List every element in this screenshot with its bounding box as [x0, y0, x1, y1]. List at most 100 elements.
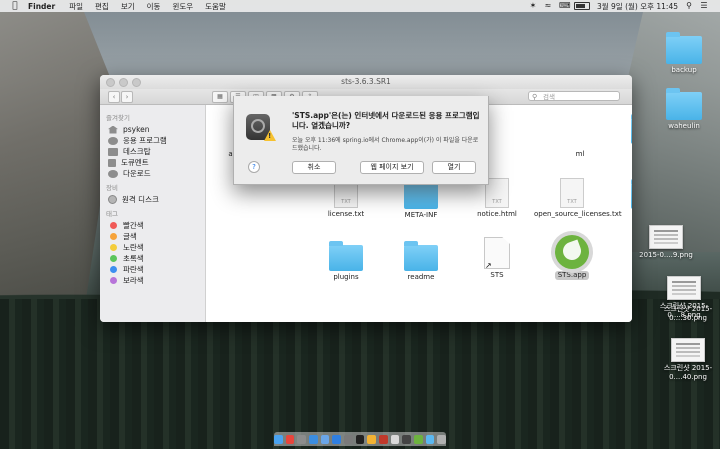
remote-disc-icon	[108, 195, 117, 204]
tag-dot-icon	[110, 233, 117, 240]
desktop-item-screenshot[interactable]: 2015-0....9.png	[634, 225, 698, 260]
sidebar-tag-purple[interactable]: 보라색	[100, 275, 205, 286]
sidebar-item-home[interactable]: psyken	[100, 124, 205, 135]
file-item[interactable]: features	[610, 114, 632, 155]
text-file-icon: TXT	[560, 178, 584, 208]
menu-help[interactable]: 도움말	[205, 1, 226, 12]
filezilla-icon[interactable]	[379, 434, 388, 444]
dialog-message: 오늘 오후 11:36에 spring.io에서 Chrome.app이(가) …	[292, 137, 479, 152]
file-item[interactable]: ml	[565, 150, 595, 159]
photos-icon[interactable]	[367, 434, 377, 444]
sidebar-item-label: 데스크탑	[123, 147, 151, 156]
tag-dot-icon	[110, 277, 117, 284]
desktop-item-screenshot[interactable]: 스크린샷 2015-0....30.png	[656, 305, 720, 323]
file-item[interactable]: p2	[610, 179, 632, 220]
menu-app-name[interactable]: Finder	[28, 2, 55, 11]
desktop-item-folder[interactable]: backup	[652, 32, 716, 75]
chrome-icon[interactable]	[285, 434, 295, 444]
folder-icon	[404, 179, 438, 209]
text-editor-icon[interactable]	[390, 434, 400, 444]
menu-go[interactable]: 이동	[147, 1, 161, 12]
finder-icon[interactable]	[273, 434, 283, 444]
menu-window[interactable]: 윈도우	[172, 1, 193, 12]
wifi-icon[interactable]: ≈	[544, 2, 552, 10]
desktop-item-folder[interactable]: waheulin	[652, 88, 716, 131]
cancel-button[interactable]: 취소	[292, 161, 336, 174]
menu-bar:  Finder 파일 편집 보기 이동 윈도우 도움말 ✶ ≈ ⌨ 3월 9일…	[0, 0, 720, 12]
search-placeholder: 검색	[543, 93, 555, 101]
sidebar-item-label: 도큐멘트	[121, 158, 149, 167]
desktop-item-label: 2015-0....9.png	[639, 251, 693, 259]
documents-icon	[108, 158, 116, 167]
battery-icon[interactable]	[573, 2, 590, 10]
sidebar-item-desktop[interactable]: 데스크탑	[100, 146, 205, 157]
app-store-icon[interactable]	[332, 434, 341, 444]
downloads-icon	[108, 169, 118, 178]
video-icon[interactable]	[402, 434, 412, 444]
menu-view[interactable]: 보기	[121, 1, 135, 12]
file-item[interactable]: plugins	[308, 241, 384, 282]
show-webpage-button[interactable]: 웹 페이지 보기	[360, 161, 424, 174]
file-item[interactable]: META-INF	[383, 179, 459, 220]
file-item-selected[interactable]: STS.app	[534, 235, 610, 280]
file-label: META-INF	[404, 211, 438, 219]
clock[interactable]: 3월 9일 (월) 오후 11:45	[597, 1, 678, 12]
tag-label: 글색	[123, 232, 137, 241]
sidebar-item-remote-disc[interactable]: 원격 디스크	[100, 194, 205, 205]
sidebar-tag-yellow[interactable]: 노란색	[100, 242, 205, 253]
safari-icon[interactable]	[308, 434, 318, 444]
warning-icon: !	[264, 130, 276, 141]
bluetooth-icon[interactable]: ✶	[529, 2, 537, 10]
file-label: p2	[610, 211, 632, 220]
spring-sts-icon[interactable]	[414, 434, 423, 444]
apple-menu-icon[interactable]: 	[10, 1, 20, 11]
screenshot-thumbnail-icon	[649, 225, 683, 249]
trash-icon[interactable]	[437, 434, 447, 444]
help-button[interactable]: ?	[248, 161, 260, 173]
menu-edit[interactable]: 편집	[95, 1, 109, 12]
terminal-icon[interactable]	[355, 434, 365, 444]
spotlight-icon[interactable]: ⚲	[685, 2, 693, 10]
sidebar-header-tags: 태그	[106, 210, 118, 218]
gatekeeper-dialog: ! 'STS.app'은(는) 인터넷에서 다운로드된 응용 프로그램입니다. …	[233, 96, 489, 185]
desktop-item-screenshot[interactable]: 스크린샷 2015-0....40.png	[656, 338, 720, 382]
sidebar-tag-green[interactable]: 초록색	[100, 253, 205, 264]
sidebar-tag-red[interactable]: 빨간색	[100, 220, 205, 231]
sidebar-item-applications[interactable]: 응용 프로그램	[100, 135, 205, 146]
desktop-item-label: backup	[671, 66, 697, 74]
sidebar-item-label: 원격 디스크	[122, 195, 159, 204]
window-titlebar[interactable]: sts-3.6.3.SR1	[100, 75, 632, 89]
sidebar-item-label: 응용 프로그램	[123, 136, 167, 145]
forward-button[interactable]: ›	[121, 91, 133, 103]
notification-center-icon[interactable]: ☰	[700, 2, 708, 10]
mail-icon[interactable]	[320, 434, 330, 444]
sidebar-tag-blue[interactable]: 파란색	[100, 264, 205, 275]
tag-label: 보라색	[123, 276, 144, 285]
tag-dot-icon	[110, 266, 117, 273]
folder-icon	[631, 114, 632, 144]
tag-label: 파란색	[123, 265, 144, 274]
keyboard-input-icon[interactable]: ⌨	[559, 2, 571, 10]
search-input[interactable]: ⚲ 검색	[528, 91, 620, 101]
menu-file[interactable]: 파일	[69, 1, 83, 12]
system-preferences-icon[interactable]	[344, 434, 353, 444]
tag-dot-icon	[110, 222, 117, 229]
dock	[273, 432, 447, 446]
tag-label: 빨간색	[123, 221, 144, 230]
downloads-folder-icon[interactable]	[425, 434, 435, 444]
sidebar-tag-orange[interactable]: 글색	[100, 231, 205, 242]
file-label: plugins	[333, 273, 359, 281]
alias-arrow-icon: ↗	[485, 261, 492, 270]
window-title: sts-3.6.3.SR1	[341, 77, 391, 86]
file-item[interactable]: readme	[383, 241, 459, 282]
open-button[interactable]: 열기	[432, 161, 476, 174]
file-item[interactable]: ↗ STS	[459, 237, 535, 280]
sidebar-item-documents[interactable]: 도큐멘트	[100, 157, 205, 168]
sidebar-item-downloads[interactable]: 다운로드	[100, 168, 205, 179]
status-area: ✶ ≈ ⌨ 3월 9일 (월) 오후 11:45 ⚲ ☰	[529, 0, 708, 12]
file-item[interactable]: TXT open_source_licenses.txt	[534, 178, 622, 219]
launchpad-icon[interactable]	[297, 434, 306, 444]
icon-view-button[interactable]: ▦	[212, 91, 228, 103]
file-label: features	[610, 146, 632, 155]
back-button[interactable]: ‹	[108, 91, 120, 103]
